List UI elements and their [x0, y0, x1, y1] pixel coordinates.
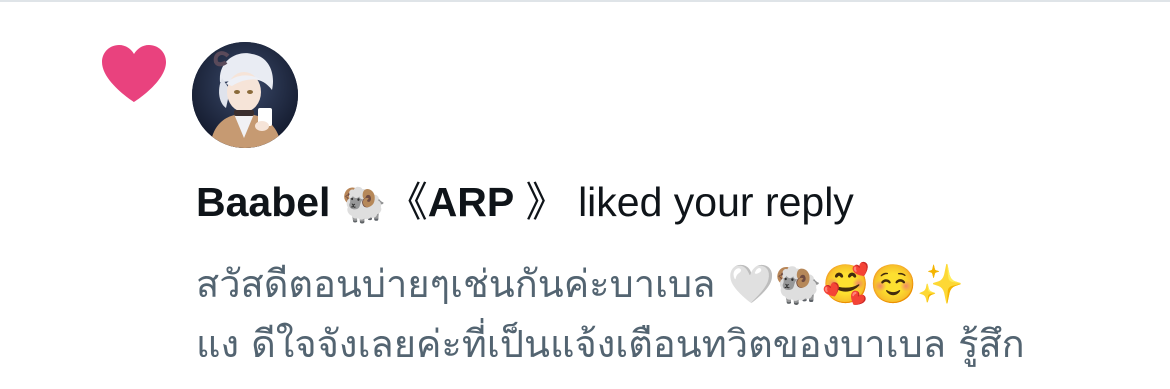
- user-avatar[interactable]: [192, 42, 298, 148]
- user-display-name[interactable]: Baabel: [196, 179, 330, 225]
- bracket-open: 《: [386, 178, 428, 226]
- user-tag: ARP: [427, 179, 515, 225]
- reply-line: สวัสดีตอนบ่ายๆเช่นกันค่ะบาเบล 🤍🐏🥰☺️✨: [196, 262, 965, 306]
- action-text: liked your reply: [578, 179, 854, 225]
- reply-preview[interactable]: สวัสดีตอนบ่ายๆเช่นกันค่ะบาเบล 🤍🐏🥰☺️✨ แง …: [196, 254, 1151, 374]
- heart-icon: [100, 44, 168, 104]
- notification-headline: Baabel 🐏《ARP 》 liked your reply: [196, 176, 1156, 231]
- top-divider: [0, 0, 1170, 2]
- reply-line: แง ดีใจจังเลยค่ะที่เป็นแจ้งเตือนทวิตของบ…: [196, 322, 1025, 366]
- ram-emoji: 🐏: [341, 184, 387, 225]
- bracket-close: 》: [525, 178, 567, 226]
